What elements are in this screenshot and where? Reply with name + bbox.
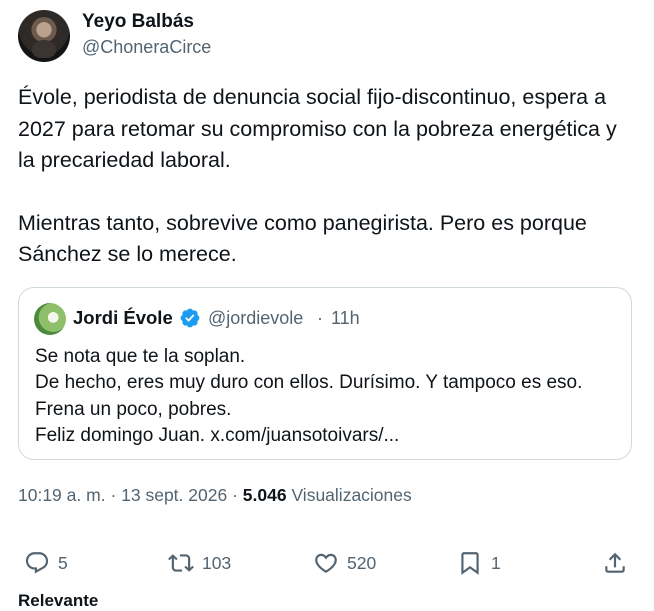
author-name[interactable]: Yeyo Balbás	[82, 11, 194, 33]
bookmark-icon	[461, 552, 479, 575]
quoted-author-avatar	[34, 303, 66, 335]
bookmark-button[interactable]: 1	[457, 545, 501, 581]
like-button[interactable]: 520	[313, 545, 376, 581]
tweet-text: Évole, periodista de denuncia social fij…	[18, 82, 638, 271]
quoted-line-3: Frena un poco, pobres.	[35, 398, 232, 420]
quoted-separator: ·	[317, 308, 323, 328]
quoted-author-handle: @jordievole	[208, 308, 304, 328]
quoted-line-2: De hecho, eres muy duro con ellos. Durís…	[35, 372, 583, 394]
quoted-timestamp[interactable]: 11h	[331, 308, 360, 329]
tweet-time[interactable]: 10:19 a. m.	[18, 485, 106, 505]
author-avatar[interactable]	[18, 10, 70, 62]
tweet-date[interactable]: 13 sept. 2026	[121, 485, 227, 505]
verified-badge-icon	[180, 308, 200, 328]
reply-button[interactable]: 5	[24, 545, 68, 581]
retweet-count: 103	[202, 552, 232, 573]
share-icon	[605, 552, 625, 573]
action-bar: 5 103 520 1	[0, 545, 654, 585]
heart-icon	[315, 553, 337, 573]
reply-icon	[25, 552, 49, 574]
author-handle[interactable]: @ChoneraCirce	[82, 37, 211, 58]
tweet-meta: 10:19 a. m. · 13 sept. 2026 · 5.046 Visu…	[18, 485, 412, 506]
meta-separator: ·	[110, 485, 117, 505]
retweet-icon	[168, 554, 194, 572]
tweet-paragraph-2: Mientras tanto, sobrevive como panegiris…	[18, 210, 587, 267]
reply-count: 5	[58, 552, 68, 573]
views-count: 5.046	[242, 485, 287, 505]
quoted-tweet[interactable]: Jordi Évole @jordievole · 11h Se nota qu…	[18, 287, 632, 460]
quoted-author-name: Jordi Évole	[73, 307, 173, 328]
like-count: 520	[347, 552, 377, 573]
bookmark-count: 1	[491, 552, 501, 573]
share-button[interactable]	[602, 545, 628, 581]
views-label: Visualizaciones	[291, 485, 412, 505]
quoted-text: Se nota que te la soplan. De hecho, eres…	[35, 344, 625, 449]
replies-sort-label[interactable]: Relevante	[18, 591, 98, 611]
quoted-line-4: Feliz domingo Juan. x.com/juansotoivars/…	[35, 424, 400, 446]
retweet-button[interactable]: 103	[168, 545, 231, 581]
meta-separator: ·	[232, 485, 238, 505]
quoted-line-1: Se nota que te la soplan.	[35, 346, 246, 367]
tweet-paragraph-1: Évole, periodista de denuncia social fij…	[18, 85, 617, 172]
